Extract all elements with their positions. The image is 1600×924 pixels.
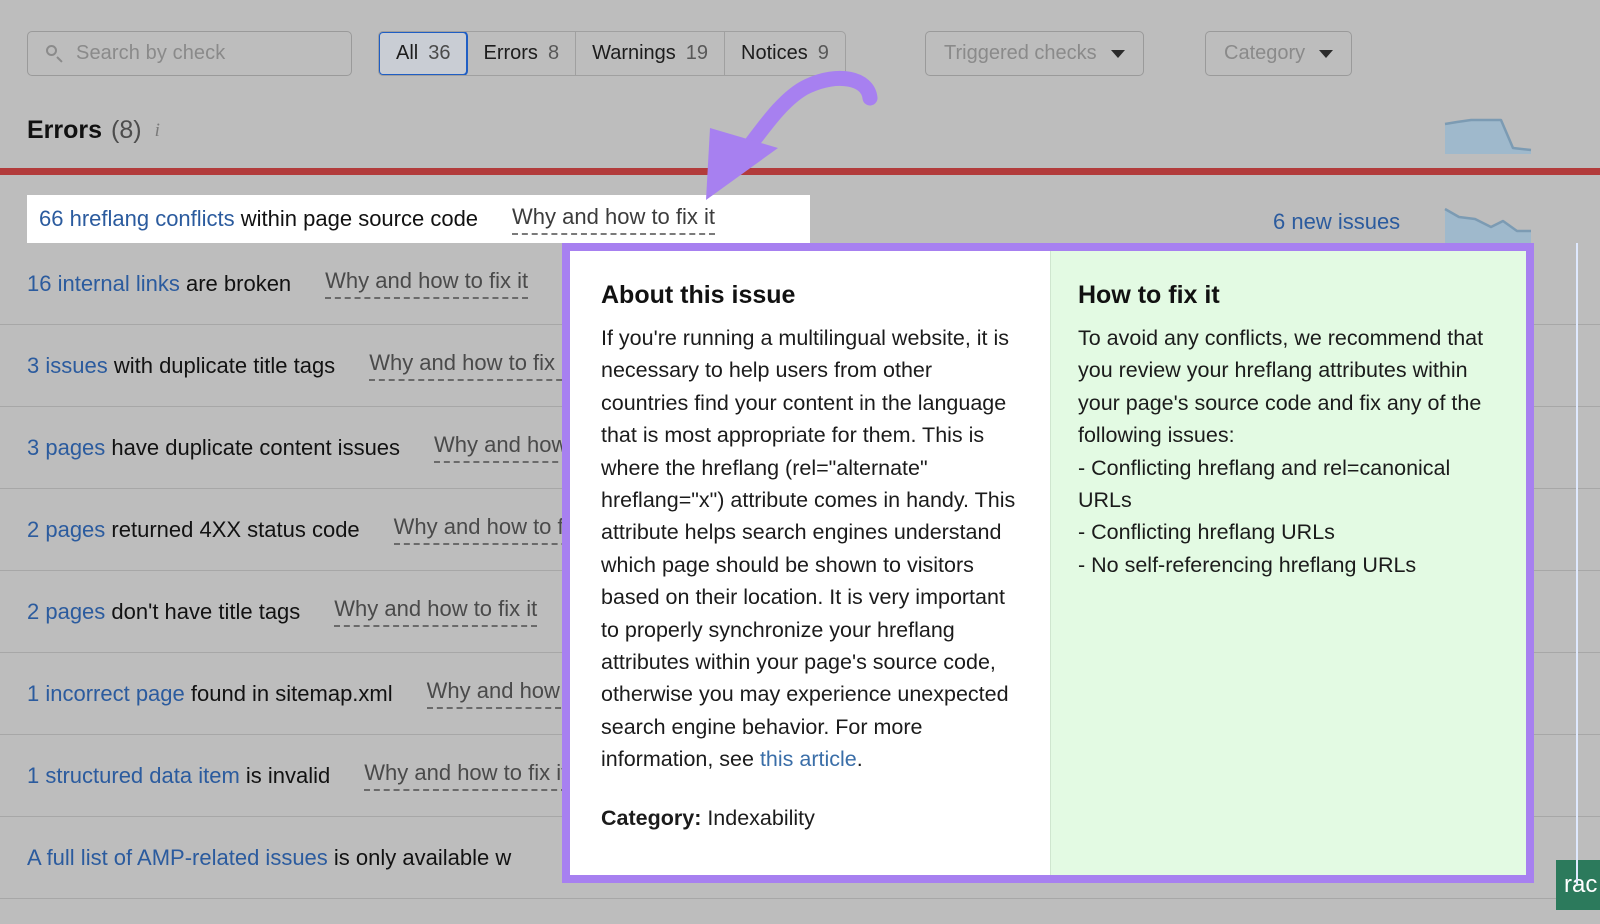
- how-to-fix-it-heading: How to fix it: [1078, 281, 1496, 310]
- why-and-how-to-fix-link[interactable]: Why and how to fix it: [364, 760, 567, 791]
- triggered-checks-label: Triggered checks: [944, 42, 1097, 65]
- issue-explanation-tooltip: About this issue If you're running a mul…: [562, 243, 1534, 883]
- category-line: Category: Indexability: [601, 806, 1018, 831]
- tab-errors-label: Errors: [483, 42, 537, 65]
- why-and-how-to-fix-link[interactable]: Why and how to fix it: [334, 596, 537, 627]
- chevron-down-icon: [1111, 50, 1125, 58]
- tab-warnings-label: Warnings: [592, 42, 676, 65]
- audit-issues-screen: Search by check All 36 Errors 8 Warnings…: [0, 0, 1600, 924]
- issue-title-rest: don't have title tags: [105, 599, 300, 624]
- filters-toolbar: Search by check All 36 Errors 8 Warnings…: [0, 0, 1600, 108]
- track-button[interactable]: rac: [1556, 860, 1600, 910]
- errors-trend-sparkline: [1443, 110, 1533, 161]
- category-dropdown[interactable]: Category: [1205, 31, 1352, 76]
- section-count: (8): [111, 116, 142, 145]
- issue-title-rest: found in sitemap.xml: [185, 681, 393, 706]
- search-input[interactable]: Search by check: [27, 31, 352, 76]
- tab-all-count: 36: [428, 42, 450, 65]
- section-header: Errors (8) i: [27, 116, 160, 145]
- issue-title: 66 hreflang conflicts within page source…: [39, 206, 478, 232]
- how-to-fix-it-pane: How to fix it To avoid any conflicts, we…: [1050, 251, 1526, 875]
- search-icon: [45, 44, 65, 64]
- about-this-issue-pane: About this issue If you're running a mul…: [570, 251, 1050, 875]
- why-and-how-to-fix-link[interactable]: Why and how to fix it: [369, 350, 572, 381]
- issue-title-rest: with duplicate title tags: [108, 353, 335, 378]
- issue-title: 3 issues with duplicate title tags: [27, 353, 335, 379]
- this-article-link[interactable]: this article: [760, 747, 857, 771]
- issue-title-rest: are broken: [180, 271, 291, 296]
- tab-notices-label: Notices: [741, 42, 808, 65]
- issue-title-rest: have duplicate content issues: [105, 435, 400, 460]
- tab-all-label: All: [396, 42, 418, 65]
- tab-notices-count: 9: [818, 42, 829, 65]
- tab-all[interactable]: All 36: [378, 31, 468, 76]
- new-issues-badge: 6 new issues: [1273, 209, 1400, 235]
- issue-count-link[interactable]: A full list of AMP-related issues: [27, 845, 328, 870]
- issue-title-rest: returned 4XX status code: [105, 517, 359, 542]
- sparkline-svg: [1443, 110, 1533, 156]
- issue-count-link[interactable]: 1 structured data item: [27, 763, 240, 788]
- severity-segmented-control: All 36 Errors 8 Warnings 19 Notices 9: [378, 31, 846, 76]
- issue-title: A full list of AMP-related issues is onl…: [27, 845, 511, 871]
- why-and-how-to-fix-link[interactable]: Why and how to fix it: [512, 204, 715, 235]
- panel-right-edge-highlight: [1576, 243, 1578, 884]
- issue-title-rest: within page source code: [235, 206, 478, 231]
- errors-severity-rule: [0, 168, 1600, 175]
- issue-title: 3 pages have duplicate content issues: [27, 435, 400, 461]
- issue-count-link[interactable]: 66 hreflang conflicts: [39, 206, 235, 231]
- triggered-checks-dropdown[interactable]: Triggered checks: [925, 31, 1144, 76]
- issue-count-link[interactable]: 1 incorrect page: [27, 681, 185, 706]
- search-placeholder: Search by check: [76, 42, 225, 65]
- issue-count-link[interactable]: 2 pages: [27, 517, 105, 542]
- issue-title: 2 pages don't have title tags: [27, 599, 300, 625]
- tab-warnings-count: 19: [686, 42, 708, 65]
- about-this-issue-heading: About this issue: [601, 281, 1018, 310]
- about-body-tail: .: [857, 747, 863, 771]
- issue-title: 1 structured data item is invalid: [27, 763, 330, 789]
- about-body-text: If you're running a multilingual website…: [601, 326, 1015, 771]
- tab-notices[interactable]: Notices 9: [725, 32, 845, 75]
- issue-count-link[interactable]: 3 pages: [27, 435, 105, 460]
- issue-title-rest: is invalid: [240, 763, 330, 788]
- why-and-how-to-fix-link[interactable]: Why and how to fix it: [325, 268, 528, 299]
- issue-count-link[interactable]: 3 issues: [27, 353, 108, 378]
- category-field-value: Indexability: [701, 806, 815, 830]
- how-to-fix-it-body: To avoid any conflicts, we recommend tha…: [1078, 322, 1496, 581]
- issue-title-rest: is only available w: [328, 845, 511, 870]
- tab-warnings[interactable]: Warnings 19: [576, 32, 725, 75]
- sparkline-svg: [1443, 199, 1533, 245]
- issue-title: 1 incorrect page found in sitemap.xml: [27, 681, 393, 707]
- tab-errors[interactable]: Errors 8: [467, 32, 576, 75]
- issue-title: 16 internal links are broken: [27, 271, 291, 297]
- info-icon[interactable]: i: [155, 120, 160, 142]
- issue-count-link[interactable]: 2 pages: [27, 599, 105, 624]
- about-this-issue-body: If you're running a multilingual website…: [601, 322, 1018, 776]
- category-field-label: Category:: [601, 806, 701, 830]
- page-title: Errors: [27, 116, 102, 145]
- issue-title: 2 pages returned 4XX status code: [27, 517, 360, 543]
- category-label: Category: [1224, 42, 1305, 65]
- issue-row-hreflang-conflicts[interactable]: 66 hreflang conflicts within page source…: [27, 195, 810, 243]
- tab-errors-count: 8: [548, 42, 559, 65]
- chevron-down-icon: [1319, 50, 1333, 58]
- issue-count-link[interactable]: 16 internal links: [27, 271, 180, 296]
